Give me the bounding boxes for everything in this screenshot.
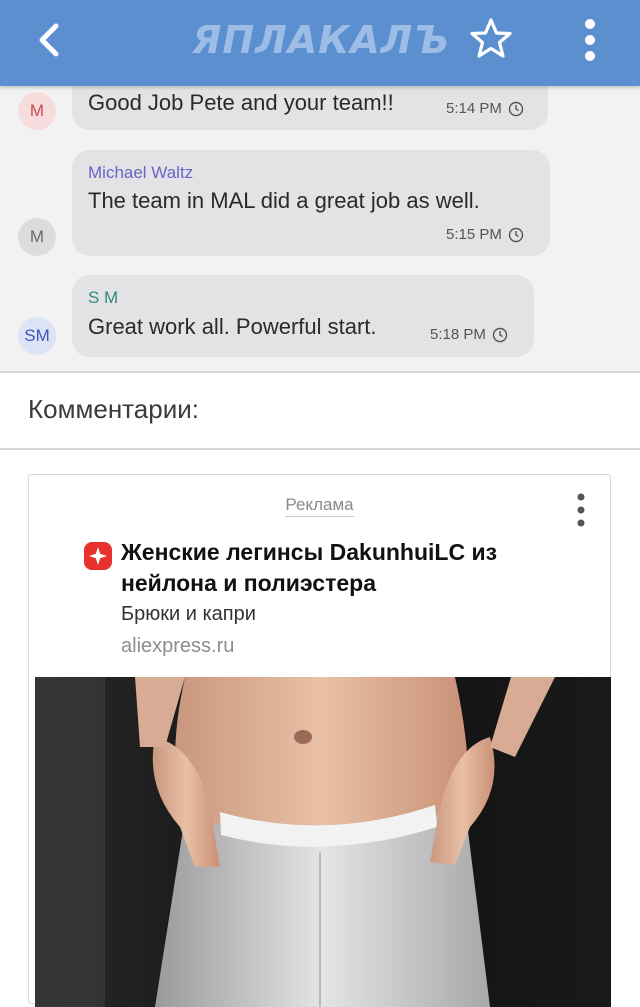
message-time: 5:14 PM (446, 100, 524, 117)
avatar: M (18, 92, 56, 130)
sender-name: Michael Waltz (88, 163, 194, 182)
vertical-dots-icon (577, 493, 585, 527)
aliexpress-icon (84, 542, 112, 570)
avatar: M (18, 218, 56, 256)
back-button[interactable] (28, 18, 72, 62)
sender-name: S M (88, 288, 119, 307)
message-time: 5:18 PM (430, 326, 508, 343)
avatar: SM (18, 317, 56, 355)
message-time: 5:15 PM (446, 226, 524, 243)
ad-domain[interactable]: aliexpress.ru (121, 635, 234, 658)
chevron-left-icon (39, 23, 59, 57)
clock-icon (492, 327, 508, 342)
clock-icon (508, 227, 524, 242)
message-text: The team in MAL did a great job as well. (88, 188, 480, 213)
comments-heading: Комментарии: (28, 394, 199, 424)
ad-subtitle: Брюки и капри (121, 603, 256, 625)
star-outline-icon (470, 18, 512, 58)
top-app-bar: ЯПЛАКАЛЪ (0, 0, 640, 86)
divider (0, 448, 640, 450)
vertical-dots-icon (585, 19, 595, 61)
message-text: Good Job Pete and your team!! (88, 90, 394, 115)
ad-menu-button[interactable] (569, 491, 593, 531)
message-text: Great work all. Powerful start. (88, 314, 377, 339)
more-menu-button[interactable] (572, 16, 608, 64)
divider (0, 371, 640, 373)
clock-icon (508, 101, 524, 116)
favorite-button[interactable] (468, 16, 514, 62)
ad-card[interactable]: Реклама Женские легинсы DakunhuiLC из не… (28, 474, 611, 1007)
ad-label: Реклама (29, 495, 610, 517)
ad-product-image[interactable] (35, 677, 611, 1007)
site-logo[interactable]: ЯПЛАКАЛЪ (192, 14, 449, 66)
ad-title-link[interactable]: Женские легинсы DakunhuiLC из нейлона и … (121, 537, 581, 599)
product-photo (35, 677, 611, 1007)
post-image-chat-screenshot: M Good Job Pete and your team!! 5:14 PM … (0, 86, 640, 371)
